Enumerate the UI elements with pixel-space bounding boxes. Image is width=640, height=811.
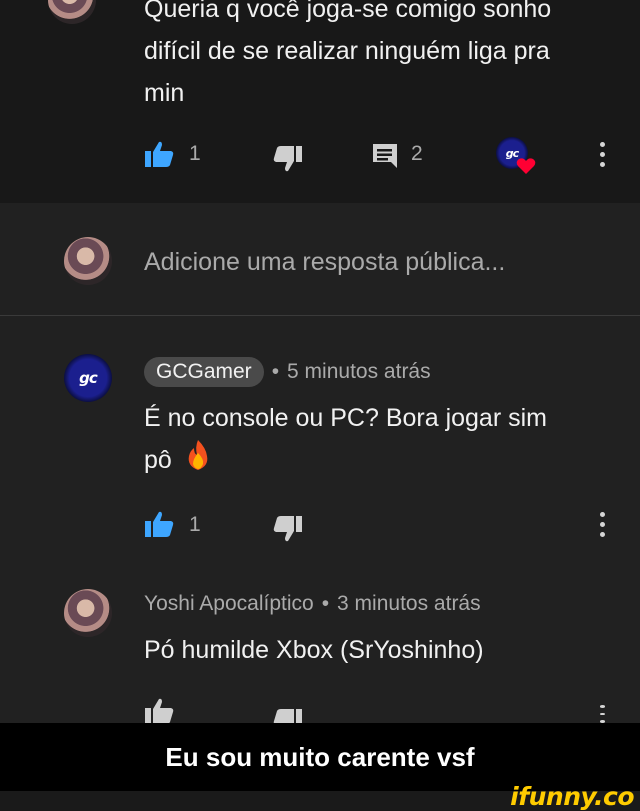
reply-2-more-button[interactable] <box>600 705 606 723</box>
reply-1-more-button[interactable] <box>600 512 606 537</box>
reply-1-dislike-button[interactable] <box>273 515 303 548</box>
reply-1-avatar[interactable]: gc <box>64 354 112 402</box>
reply-2-header: Yoshi Apocalíptico • 3 minutos atrás <box>144 592 481 616</box>
thumb-up-icon <box>144 141 174 172</box>
reply-button[interactable] <box>372 143 398 174</box>
reply-2-avatar[interactable] <box>64 589 112 637</box>
gc-logo: gc <box>79 369 98 387</box>
meme-caption: Eu sou muito carente vsf <box>0 723 640 791</box>
reply-1-like-count: 1 <box>189 513 201 536</box>
parent-more-button[interactable] <box>600 142 606 167</box>
reply-1-text: É no console ou PC? Bora jogar sim pô <box>144 397 614 484</box>
reply-count: 2 <box>411 142 423 165</box>
reply-1-time[interactable]: 5 minutos atrás <box>287 360 431 384</box>
thumb-down-icon <box>273 146 303 177</box>
reply-2-separator: • <box>321 592 330 615</box>
like-count: 1 <box>189 142 201 165</box>
reply-1-line-2: pô <box>144 446 172 475</box>
creator-heart-icon <box>516 157 536 180</box>
reply-input-placeholder: Adicione uma resposta pública... <box>144 248 506 276</box>
thumb-up-icon <box>144 698 174 723</box>
user-avatar <box>64 237 112 285</box>
reply-input[interactable]: Adicione uma resposta pública... <box>144 243 604 283</box>
parent-comment-line-3: min <box>144 79 185 107</box>
ifunny-watermark: ifunny.co <box>510 782 634 811</box>
reply-1-line-1: É no console ou PC? Bora jogar sim <box>144 404 547 432</box>
reply-2-author[interactable]: Yoshi Apocalíptico <box>144 592 314 616</box>
thumb-down-icon <box>273 516 303 547</box>
reply-1-separator: • <box>271 360 280 383</box>
reply-2-text: Pó humilde Xbox (SrYoshinho) <box>144 636 484 664</box>
reply-1-like-button[interactable] <box>144 510 174 543</box>
like-button[interactable] <box>144 140 174 173</box>
reply-2-dislike-button[interactable] <box>273 708 303 723</box>
reply-1-header: GCGamer • 5 minutos atrás <box>144 357 431 387</box>
reply-2-like-button[interactable] <box>144 697 174 723</box>
fire-emoji <box>185 439 211 484</box>
reply-1-line-2-wrap: pô <box>144 439 614 484</box>
dislike-button[interactable] <box>273 145 303 178</box>
reply-1-author-chip[interactable]: GCGamer <box>144 357 264 387</box>
parent-comment-line-2: difícil de se realizar ninguém liga pra <box>144 37 550 65</box>
comment-icon <box>372 144 398 173</box>
divider <box>0 315 640 316</box>
parent-comment-line-1: Queria q você joga-se comigo sonho <box>144 0 552 23</box>
reply-2-time[interactable]: 3 minutos atrás <box>337 592 481 616</box>
thumb-up-icon <box>144 511 174 542</box>
parent-comment-text: Queria q você joga-se comigo sonho difíc… <box>144 0 614 114</box>
creator-heart: gc <box>496 137 538 179</box>
